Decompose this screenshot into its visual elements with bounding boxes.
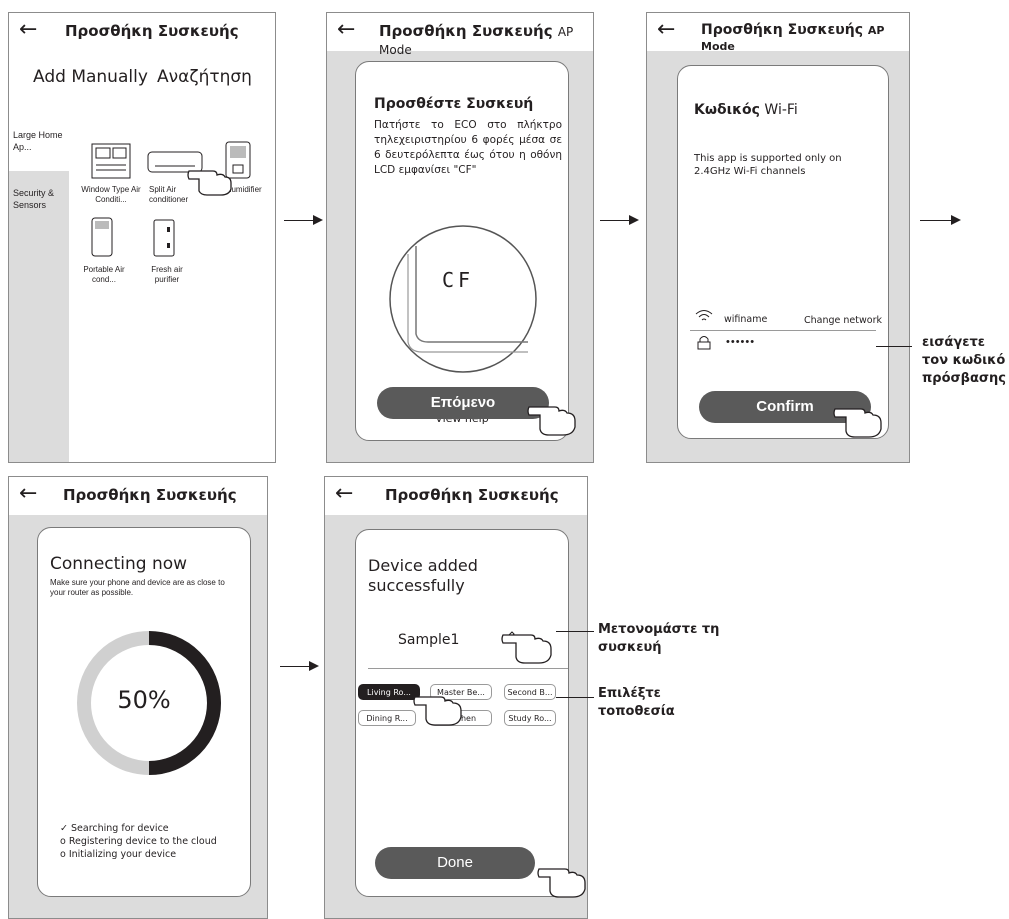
page-title: Προσθήκη Συσκευής AP Mode bbox=[379, 22, 574, 57]
header: ← Προσθήκη Συσκευής bbox=[9, 13, 275, 51]
header: ← Προσθήκη Συσκευής AP Mode bbox=[327, 13, 593, 57]
flow-arrow bbox=[600, 215, 639, 225]
connecting-subtitle: Make sure your phone and device are as c… bbox=[50, 578, 225, 597]
card-heading: Κωδικός Wi-Fi bbox=[694, 102, 798, 118]
note-select-location: Επιλέξτε τοποθεσία bbox=[598, 686, 675, 719]
category-large-home-label: Large Home Ap... bbox=[13, 130, 63, 152]
header: ← Προσθήκη Συσκευής bbox=[325, 477, 587, 515]
next-button[interactable]: Επόμενο bbox=[377, 387, 549, 419]
back-arrow-icon[interactable]: ← bbox=[19, 481, 37, 506]
lcd-display-text: CF bbox=[442, 268, 475, 292]
pointing-hand-icon bbox=[187, 170, 232, 196]
remote-display-illustration bbox=[389, 225, 537, 373]
change-network-link[interactable]: Change network bbox=[804, 315, 882, 326]
flow-arrow bbox=[284, 215, 323, 225]
screen-wifi-password: ← Προσθήκη Συσκευής AP Mode Κωδικός Wi-F… bbox=[646, 12, 910, 463]
portable-ac-icon[interactable] bbox=[91, 217, 113, 257]
room-chip[interactable]: Dining R... bbox=[358, 710, 416, 726]
wifi-info-text: This app is supported only on 2.4GHz Wi-… bbox=[694, 153, 842, 177]
device-label-portable: Portable Air cond... bbox=[83, 265, 125, 284]
device-name: Sample1 bbox=[398, 632, 460, 648]
screen-device-added: ← Προσθήκη Συσκευής Device added success… bbox=[324, 476, 588, 919]
tab-search[interactable]: Αναζήτηση bbox=[157, 67, 252, 87]
device-label-window: Window Type Air Conditi... bbox=[81, 185, 141, 204]
air-purifier-icon[interactable] bbox=[153, 219, 175, 257]
page-title: Προσθήκη Συσκευής bbox=[385, 486, 559, 504]
back-arrow-icon[interactable]: ← bbox=[19, 17, 37, 42]
connecting-title: Connecting now bbox=[50, 554, 188, 574]
step-searching: ✓ Searching for device bbox=[60, 823, 169, 834]
pointing-hand-icon bbox=[537, 868, 586, 898]
callout-line bbox=[556, 631, 594, 632]
callout-line bbox=[556, 697, 594, 698]
step-registering: o Registering device to the cloud bbox=[60, 836, 217, 847]
success-message: Device added successfully bbox=[368, 556, 478, 595]
header: ← Προσθήκη Συσκευής AP Mode bbox=[647, 13, 909, 53]
back-arrow-icon[interactable]: ← bbox=[337, 17, 355, 42]
card-heading: Προσθέστε Συσκευή bbox=[374, 96, 534, 112]
header: ← Προσθήκη Συσκευής bbox=[9, 477, 267, 515]
instruction-card: Προσθέστε Συσκευή Πατήστε το ECO στο πλή… bbox=[355, 61, 569, 441]
back-arrow-icon[interactable]: ← bbox=[335, 481, 353, 506]
step-list: ✓ Searching for device o Registering dev… bbox=[60, 822, 217, 861]
step-initializing: o Initializing your device bbox=[60, 849, 177, 860]
divider bbox=[690, 330, 876, 331]
category-sidebar: Large Home Ap... Security & Sensors bbox=[9, 121, 69, 462]
back-arrow-icon[interactable]: ← bbox=[657, 17, 675, 42]
pointing-hand-icon bbox=[413, 696, 462, 726]
pointing-hand-icon bbox=[833, 408, 882, 438]
lock-icon bbox=[697, 336, 711, 350]
progress-percent: 50% bbox=[117, 686, 171, 714]
flow-arrow bbox=[280, 661, 319, 671]
room-chip[interactable]: Second B... bbox=[504, 684, 556, 700]
pointing-hand-icon bbox=[527, 406, 576, 436]
done-button[interactable]: Done bbox=[375, 847, 535, 879]
device-label-humidifier: humidifier bbox=[227, 185, 262, 194]
wifi-name: wifiname bbox=[724, 314, 768, 325]
page-title: Προσθήκη Συσκευής bbox=[63, 486, 237, 504]
category-security[interactable]: Security & Sensors bbox=[13, 187, 67, 211]
instruction-text: Πατήστε το ECO στο πλήκτρο τηλεχειριστηρ… bbox=[374, 119, 562, 176]
device-label-purifier: Fresh air purifier bbox=[151, 265, 183, 284]
wifi-card: Κωδικός Wi-Fi This app is supported only… bbox=[677, 65, 889, 439]
page-title: Προσθήκη Συσκευής AP Mode bbox=[701, 22, 885, 53]
room-chip-selected[interactable]: Living Ro... bbox=[358, 684, 420, 700]
wifi-icon bbox=[695, 310, 713, 321]
password-input[interactable]: •••••• bbox=[726, 336, 755, 348]
tab-add-manually[interactable]: Add Manually bbox=[33, 67, 148, 87]
pointing-hand-icon bbox=[501, 634, 552, 664]
screen-connecting: ← Προσθήκη Συσκευής Connecting now Make … bbox=[8, 476, 268, 919]
note-enter-password: εισάγετε τον κωδικό πρόσβασης bbox=[922, 335, 1006, 386]
window-ac-icon[interactable] bbox=[91, 143, 131, 179]
progress-card: Connecting now Make sure your phone and … bbox=[37, 527, 251, 897]
room-chip[interactable]: Study Ro... bbox=[504, 710, 556, 726]
divider bbox=[368, 668, 568, 669]
flow-arrow bbox=[920, 215, 961, 225]
note-rename-device: Μετονομάστε τη συσκευή bbox=[598, 622, 720, 655]
screen-add-device: ← Προσθήκη Συσκευής Add Manually Αναζήτη… bbox=[8, 12, 276, 463]
screen-ap-mode: ← Προσθήκη Συσκευής AP Mode Προσθέστε Συ… bbox=[326, 12, 594, 463]
page-title: Προσθήκη Συσκευής bbox=[65, 22, 239, 40]
callout-line bbox=[876, 346, 912, 347]
